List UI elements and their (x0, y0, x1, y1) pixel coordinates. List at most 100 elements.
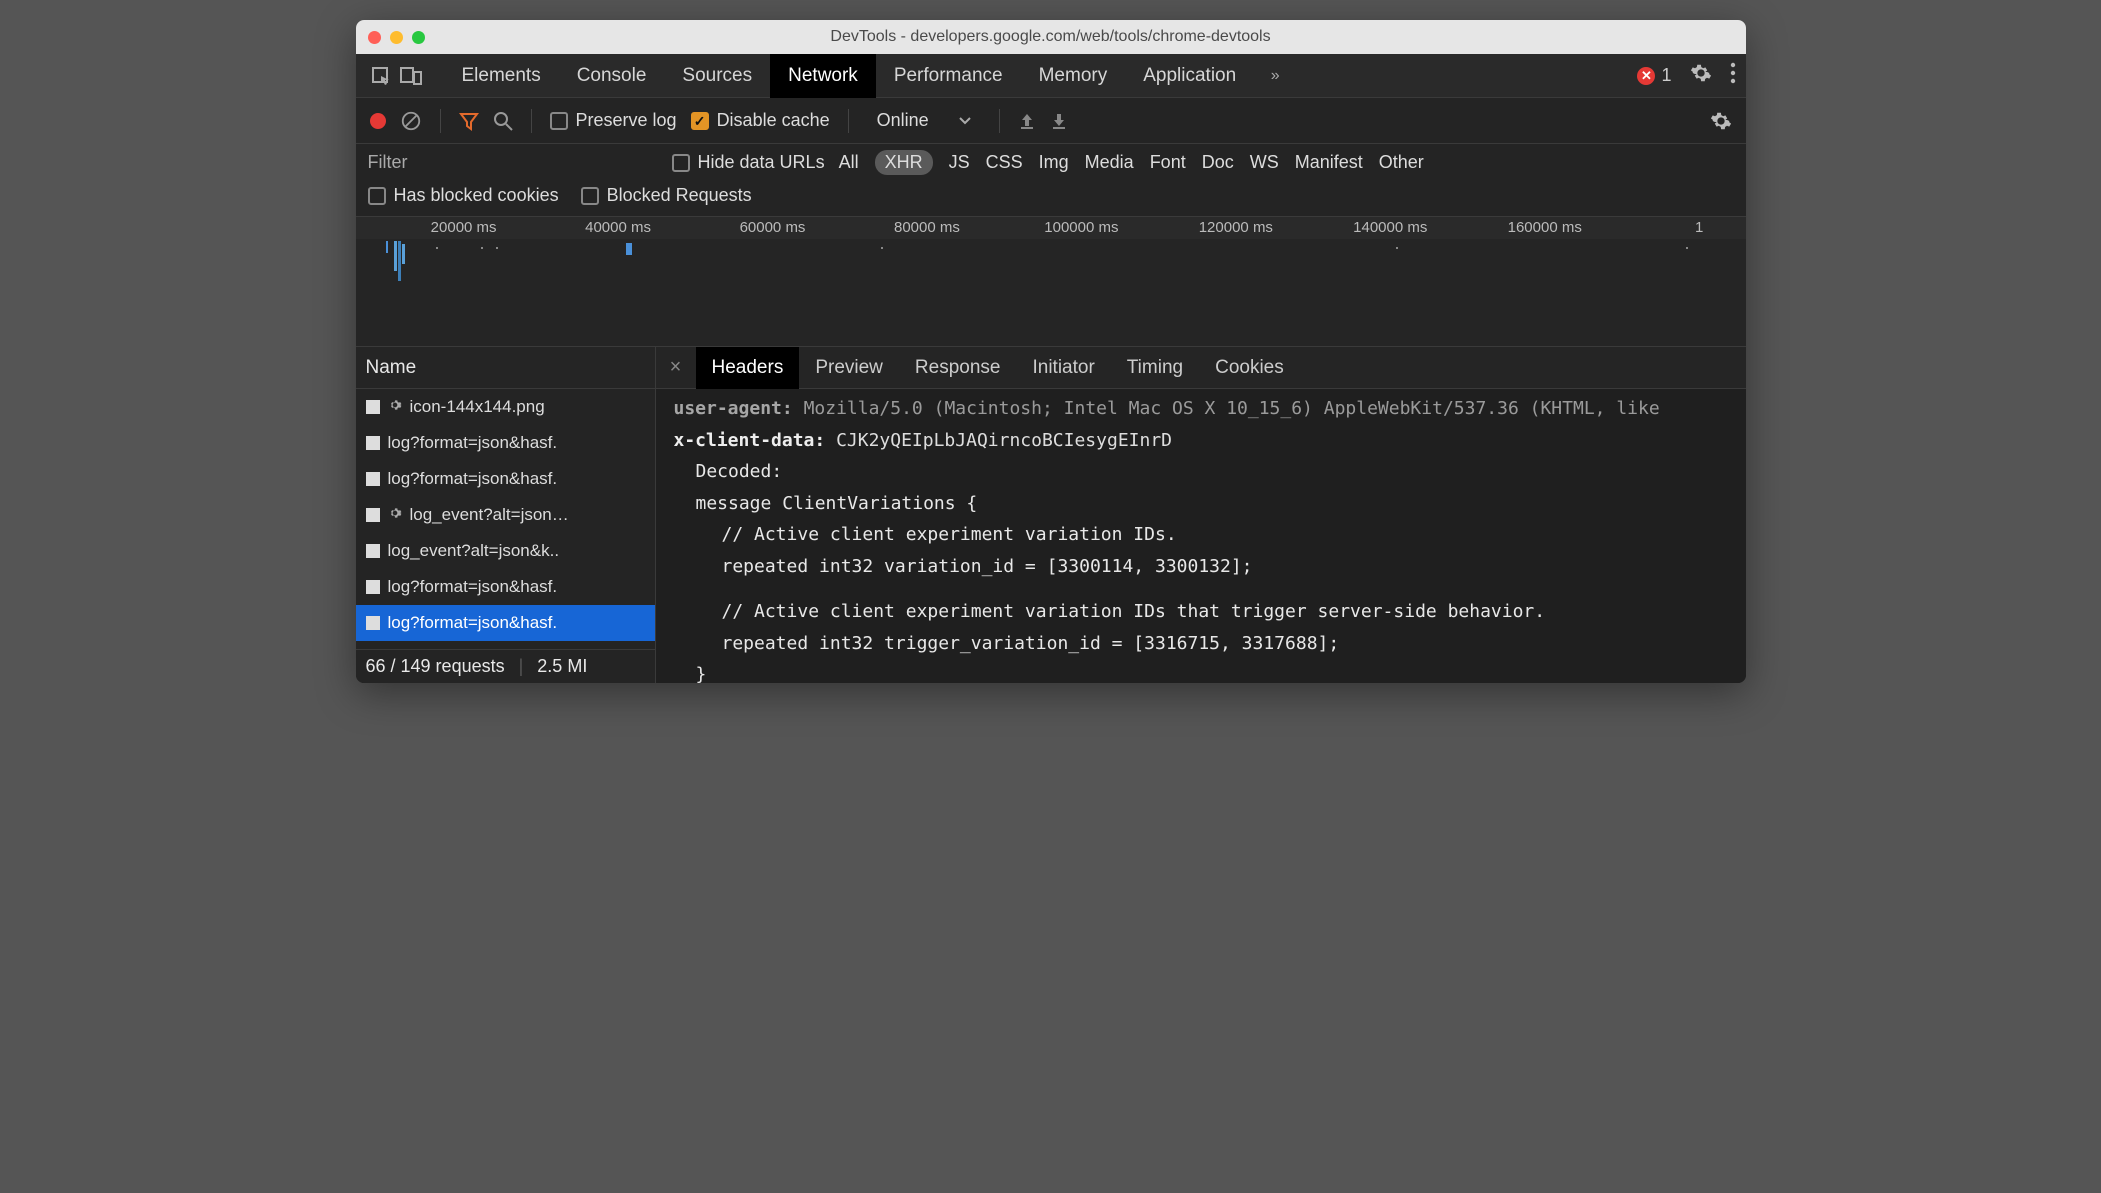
network-split: Name icon-144x144.png log?format=json&has… (356, 347, 1746, 683)
window-controls (368, 31, 425, 44)
blocked-requests-checkbox[interactable]: Blocked Requests (581, 185, 752, 206)
type-filter-xhr[interactable]: XHR (875, 150, 933, 175)
preserve-log-checkbox[interactable]: Preserve log (550, 110, 677, 131)
detail-tab-timing[interactable]: Timing (1111, 347, 1199, 389)
timeline-tick: 20000 ms (431, 219, 497, 236)
tab-performance[interactable]: Performance (876, 54, 1021, 98)
status-bar: 66 / 149 requests | 2.5 MI (356, 649, 655, 683)
request-list-header[interactable]: Name (356, 347, 655, 389)
request-count: 66 / 149 requests (366, 656, 505, 677)
error-count: 1 (1661, 65, 1671, 86)
request-row[interactable]: log?format=json&hasf. (356, 569, 655, 605)
tab-console[interactable]: Console (559, 54, 665, 98)
error-icon: ✕ (1637, 67, 1655, 85)
throttle-select[interactable]: Online (867, 110, 981, 131)
zoom-window-icon[interactable] (412, 31, 425, 44)
tab-sources[interactable]: Sources (664, 54, 770, 98)
hide-data-urls-checkbox[interactable]: Hide data URLs (672, 152, 825, 173)
gear-icon (388, 505, 402, 525)
type-filter-img[interactable]: Img (1039, 152, 1069, 173)
close-window-icon[interactable] (368, 31, 381, 44)
filter-bar: Filter Hide data URLs All XHR JS CSS Img Medi… (356, 144, 1746, 217)
type-filter-other[interactable]: Other (1379, 152, 1424, 173)
network-toolbar: Preserve log Disable cache Online (356, 98, 1746, 144)
disable-cache-checkbox[interactable]: Disable cache (691, 110, 830, 131)
request-label: log_event?alt=json… (410, 505, 569, 525)
kebab-menu-icon[interactable] (1730, 62, 1736, 89)
request-label: log_event?alt=json&k.. (388, 541, 560, 561)
request-label: log?format=json&hasf. (388, 577, 558, 597)
devtools-window: DevTools - developers.google.com/web/too… (356, 20, 1746, 683)
inspect-icon[interactable] (366, 66, 396, 86)
detail-tab-initiator[interactable]: Initiator (1016, 347, 1110, 389)
window-title: DevTools - developers.google.com/web/too… (356, 28, 1746, 46)
request-row[interactable]: log_event?alt=json… (356, 497, 655, 533)
main-tabbar: ElementsConsoleSourcesNetworkPerformance… (356, 54, 1746, 98)
detail-tab-response[interactable]: Response (899, 347, 1017, 389)
request-label: log?format=json&hasf. (388, 613, 558, 633)
timeline-tick: 60000 ms (740, 219, 806, 236)
detail-tab-cookies[interactable]: Cookies (1199, 347, 1300, 389)
timeline-overview[interactable]: 20000 ms 40000 ms 60000 ms 80000 ms 100000 m… (356, 217, 1746, 347)
settings-icon[interactable] (1690, 62, 1712, 89)
file-icon (366, 508, 380, 522)
filter-input[interactable]: Filter (368, 152, 658, 173)
timeline-tick: 140000 ms (1353, 219, 1427, 236)
record-button[interactable] (370, 113, 386, 129)
detail-tab-headers[interactable]: Headers (696, 347, 800, 389)
titlebar: DevTools - developers.google.com/web/too… (356, 20, 1746, 54)
request-row[interactable]: log_event?alt=json&k.. (356, 533, 655, 569)
upload-icon[interactable] (1018, 112, 1036, 130)
file-icon (366, 544, 380, 558)
tab-elements[interactable]: Elements (444, 54, 559, 98)
request-row[interactable]: log?format=json&hasf. (356, 605, 655, 641)
file-icon (366, 400, 380, 414)
filter-toggle-icon[interactable] (459, 111, 479, 131)
device-toggle-icon[interactable] (396, 66, 426, 86)
type-filter-css[interactable]: CSS (986, 152, 1023, 173)
timeline-tick: 160000 ms (1508, 219, 1582, 236)
search-icon[interactable] (493, 111, 513, 131)
error-badge[interactable]: ✕ 1 (1637, 65, 1671, 86)
type-filter-font[interactable]: Font (1150, 152, 1186, 173)
type-filter-doc[interactable]: Doc (1202, 152, 1234, 173)
clear-icon[interactable] (400, 110, 422, 132)
request-row[interactable]: log?format=json&hasf. (356, 461, 655, 497)
type-filter-js[interactable]: JS (949, 152, 970, 173)
timeline-tick: 100000 ms (1044, 219, 1118, 236)
network-settings-icon[interactable] (1710, 110, 1732, 132)
close-detail-icon[interactable]: × (656, 356, 696, 379)
detail-tab-preview[interactable]: Preview (799, 347, 899, 389)
timeline-tick: 80000 ms (894, 219, 960, 236)
download-icon[interactable] (1050, 112, 1068, 130)
transfer-size: 2.5 MI (537, 656, 587, 677)
request-label: log?format=json&hasf. (388, 469, 558, 489)
request-label: icon-144x144.png (410, 397, 545, 417)
type-filter-all[interactable]: All (839, 152, 859, 173)
tab-network[interactable]: Network (770, 54, 876, 98)
request-row[interactable]: icon-144x144.png (356, 389, 655, 425)
request-label: log?format=json&hasf. (388, 433, 558, 453)
gear-icon (388, 397, 402, 417)
file-icon (366, 616, 380, 630)
headers-content: user-agent: Mozilla/5.0 (Macintosh; Inte… (656, 389, 1746, 683)
tab-memory[interactable]: Memory (1021, 54, 1126, 98)
type-filter-manifest[interactable]: Manifest (1295, 152, 1363, 173)
timeline-tick: 40000 ms (585, 219, 651, 236)
tabs-overflow-icon[interactable]: » (1260, 67, 1290, 85)
timeline-tick: 1 (1695, 219, 1703, 236)
tab-application[interactable]: Application (1125, 54, 1254, 98)
type-filter-media[interactable]: Media (1085, 152, 1134, 173)
file-icon (366, 580, 380, 594)
request-list-panel: Name icon-144x144.png log?format=json&has… (356, 347, 656, 683)
chevron-down-icon (959, 117, 971, 125)
request-row[interactable]: log?format=json&hasf. (356, 641, 655, 649)
has-blocked-cookies-checkbox[interactable]: Has blocked cookies (368, 185, 559, 206)
detail-panel: × HeadersPreviewResponseInitiatorTimingC… (656, 347, 1746, 683)
type-filter-ws[interactable]: WS (1250, 152, 1279, 173)
file-icon (366, 472, 380, 486)
timeline-tick: 120000 ms (1199, 219, 1273, 236)
minimize-window-icon[interactable] (390, 31, 403, 44)
request-row[interactable]: log?format=json&hasf. (356, 425, 655, 461)
file-icon (366, 436, 380, 450)
